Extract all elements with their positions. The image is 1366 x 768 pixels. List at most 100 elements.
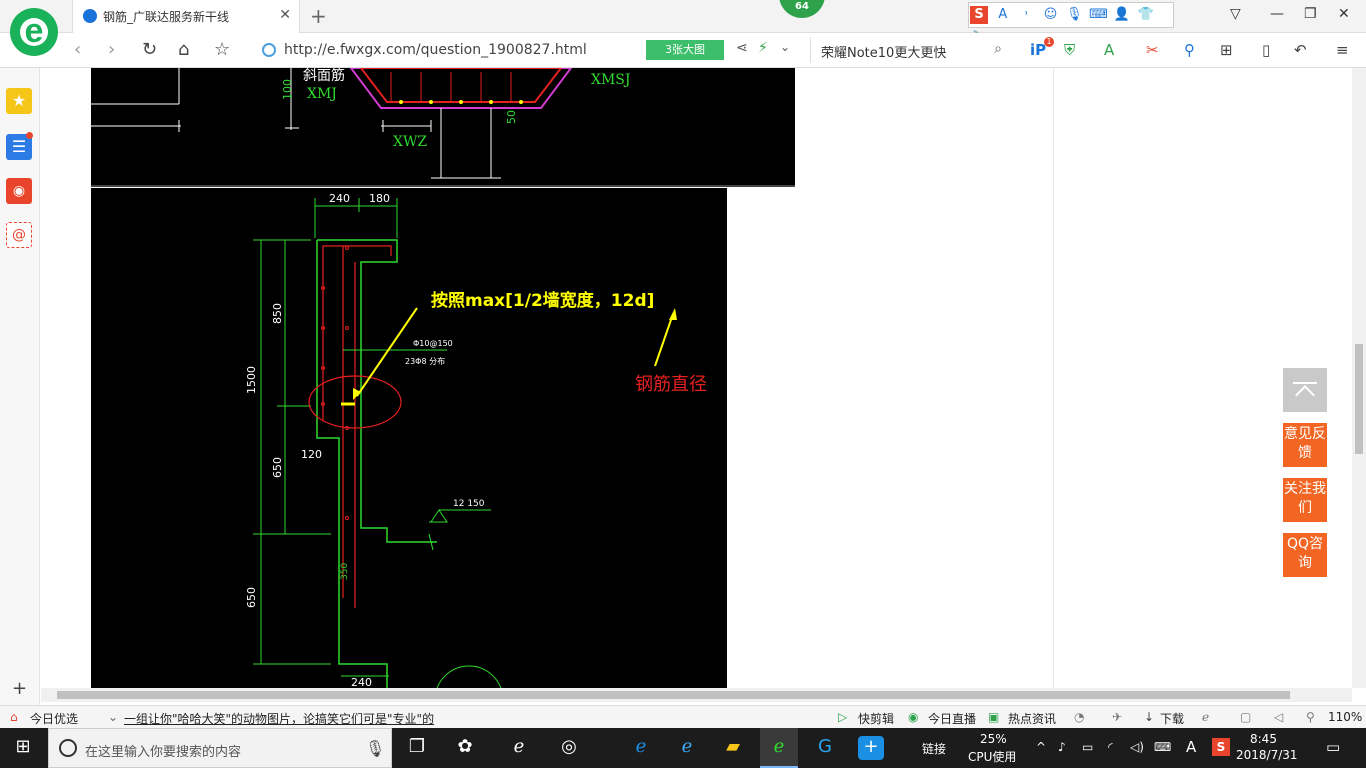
keyboard-icon[interactable]: ⌨ — [1089, 6, 1108, 24]
forward-icon[interactable]: › — [108, 39, 115, 60]
dim-120: 120 — [301, 448, 322, 461]
skin-icon[interactable]: 👕 — [1137, 6, 1155, 24]
tray-up-icon[interactable]: ^ — [1036, 740, 1046, 754]
undo-icon[interactable]: ↶ — [1294, 41, 1307, 59]
back-icon[interactable]: ‹ — [74, 39, 81, 60]
share-icon[interactable]: ⋖ — [736, 40, 748, 56]
edge-icon[interactable]: ℯ — [628, 736, 654, 760]
magnifier-icon[interactable]: ⚲ — [1184, 41, 1195, 59]
home-icon[interactable]: ⌂ — [178, 39, 189, 60]
taskbar-search-box[interactable]: 在这里输入你要搜索的内容 🎙 — [48, 728, 392, 768]
today-live-link[interactable]: 今日直播 — [928, 710, 976, 727]
emoji-icon[interactable]: ☺ — [1041, 6, 1059, 24]
font-icon[interactable]: A — [994, 6, 1012, 24]
dim-650-upper: 650 — [271, 457, 284, 478]
browser-logo-icon[interactable]: e — [10, 8, 58, 56]
close-window-icon[interactable]: ✕ — [1338, 6, 1350, 22]
sogou-tray-icon[interactable]: S — [1212, 738, 1230, 756]
shirt-menu-icon[interactable]: ▽ — [1230, 6, 1241, 22]
big-image-button[interactable]: 3张大图 — [646, 40, 724, 60]
ie-taskbar-icon[interactable]: ℯ — [674, 736, 700, 760]
browser-tab[interactable]: 钢筋_广联达服务新干线 ✕ — [72, 0, 300, 33]
refresh-icon[interactable]: ↻ — [142, 39, 157, 60]
mute-icon[interactable]: ◁ — [1274, 710, 1283, 724]
favorite-star-icon[interactable]: ☆ — [214, 39, 230, 60]
cortana-icon — [59, 739, 77, 757]
user-icon[interactable]: 👤 — [1113, 6, 1131, 24]
scissors-icon[interactable]: ✂ — [1146, 41, 1159, 59]
pin-icon[interactable]: ✈ — [1112, 710, 1122, 724]
download-link[interactable]: 下载 — [1160, 710, 1184, 727]
tab-close-icon[interactable]: ✕ — [279, 7, 291, 23]
chevron-down-icon[interactable]: ⌄ — [108, 710, 118, 724]
url-text: http://e.fwxgx.com/question_1900827.html — [284, 42, 587, 58]
restore-icon[interactable]: ❐ — [1304, 6, 1317, 22]
favorites-star-icon[interactable]: ★ — [6, 88, 32, 114]
grid-icon[interactable]: ⊞ — [1220, 41, 1233, 59]
ie-icon[interactable]: ℯ — [1202, 710, 1209, 724]
weibo-icon[interactable]: ◉ — [6, 178, 32, 204]
360-browser-active-icon[interactable]: ℯ — [760, 728, 798, 768]
windows-start-icon[interactable]: ⊞ — [10, 736, 36, 760]
news-headline-link[interactable]: 一组让你"哈哈大笑"的动物图片，论搞笑它们可是"专业"的 — [124, 710, 434, 727]
qq-consult-button[interactable]: QQ咨询 — [1283, 533, 1327, 577]
back-to-top-button[interactable] — [1283, 368, 1327, 412]
phone-icon[interactable]: ▯ — [1262, 41, 1270, 59]
vertical-scrollbar[interactable] — [1352, 68, 1366, 688]
speed-icon[interactable]: ◔ — [1074, 710, 1084, 724]
horizontal-scroll-thumb[interactable] — [57, 691, 1290, 699]
toolbar-icon-strip: S A ˒ ☺ 🎙 ⌨ 👤 👕 🔧 — [968, 2, 1174, 46]
chevron-down-icon[interactable]: ⌄ — [780, 40, 790, 54]
rebar-note-1: Φ10@150 — [413, 339, 453, 348]
wifi-icon[interactable]: ◜ — [1108, 740, 1113, 754]
g-app-icon[interactable]: G — [812, 736, 838, 760]
360-browser-icon[interactable]: ℯ — [506, 736, 532, 760]
label-slope-rebar: 斜面筋 — [303, 68, 345, 84]
download-arrow-icon: ↓ — [1144, 710, 1155, 724]
pinwheel-app-icon[interactable]: ✿ — [452, 736, 478, 760]
sogou-icon[interactable]: S — [970, 6, 988, 24]
horizontal-scrollbar[interactable] — [41, 688, 1352, 702]
keyboard-tray-icon[interactable]: ⌨ — [1154, 740, 1171, 754]
follow-us-button[interactable]: 关注我们 — [1283, 478, 1327, 522]
email-icon[interactable]: @ — [6, 222, 32, 248]
file-explorer-icon[interactable]: ▰ — [720, 736, 746, 760]
clock-time[interactable]: 8:45 — [1250, 732, 1277, 746]
swirl-app-icon[interactable]: ◎ — [556, 736, 582, 760]
add-sidebar-icon[interactable]: + — [12, 678, 27, 699]
label-dim-50: 50 — [505, 110, 518, 124]
today-picks-label[interactable]: 今日优选 — [30, 710, 78, 727]
window-icon[interactable]: ▢ — [1240, 710, 1251, 724]
clock-date[interactable]: 2018/7/31 — [1236, 748, 1298, 762]
minimize-icon[interactable]: — — [1270, 6, 1284, 22]
cad-drawing-main: 240 180 850 1500 650 650 120 Φ10@150 23Φ… — [91, 188, 727, 688]
shield-icon[interactable]: ⛨ — [1064, 41, 1075, 59]
speed-badge[interactable]: 64 — [779, 0, 825, 18]
plus-app-icon[interactable]: + — [858, 736, 884, 760]
vertical-scroll-thumb[interactable] — [1355, 344, 1363, 454]
zoom-level[interactable]: 110% — [1328, 710, 1362, 724]
punctuation-icon[interactable]: ˒ — [1018, 6, 1036, 24]
menu-icon[interactable]: ≡ — [1336, 41, 1349, 59]
feedback-button[interactable]: 意见反馈 — [1283, 423, 1327, 467]
action-center-icon[interactable]: ▭ — [1326, 738, 1340, 756]
volume-icon[interactable]: ◁) — [1130, 740, 1144, 754]
zoom-icon[interactable]: ⚲ — [1306, 710, 1315, 724]
windows-taskbar: ⊞ 在这里输入你要搜索的内容 🎙 ❐ ✿ ℯ ◎ ℯ ℯ ▰ ℯ G + 链接 … — [0, 728, 1366, 768]
bell-icon[interactable]: ♪ — [1058, 740, 1066, 754]
battery-icon[interactable]: ▭ — [1082, 740, 1093, 754]
mic-icon[interactable]: 🎙 — [1065, 6, 1083, 24]
quick-clip-link[interactable]: 快剪辑 — [858, 710, 894, 727]
address-bar: ‹ › ↻ ⌂ ☆ http://e.fwxgx.com/question_19… — [0, 33, 1366, 68]
ime-indicator[interactable]: A — [1186, 738, 1196, 756]
search-icon[interactable]: ⌕ — [994, 41, 1002, 57]
translate-icon[interactable]: A — [1104, 41, 1114, 59]
hot-news-link[interactable]: 热点资讯 — [1008, 710, 1056, 727]
new-tab-button[interactable]: + — [310, 4, 327, 28]
microphone-icon[interactable]: 🎙 — [365, 739, 385, 758]
label-xmj: XMJ — [307, 86, 337, 102]
task-view-icon[interactable]: ❐ — [404, 736, 430, 760]
search-field[interactable]: 荣耀Note10更大更快 ⌕ — [810, 37, 1010, 63]
lightning-icon[interactable]: ⚡ — [758, 40, 768, 56]
links-label[interactable]: 链接 — [922, 740, 946, 757]
